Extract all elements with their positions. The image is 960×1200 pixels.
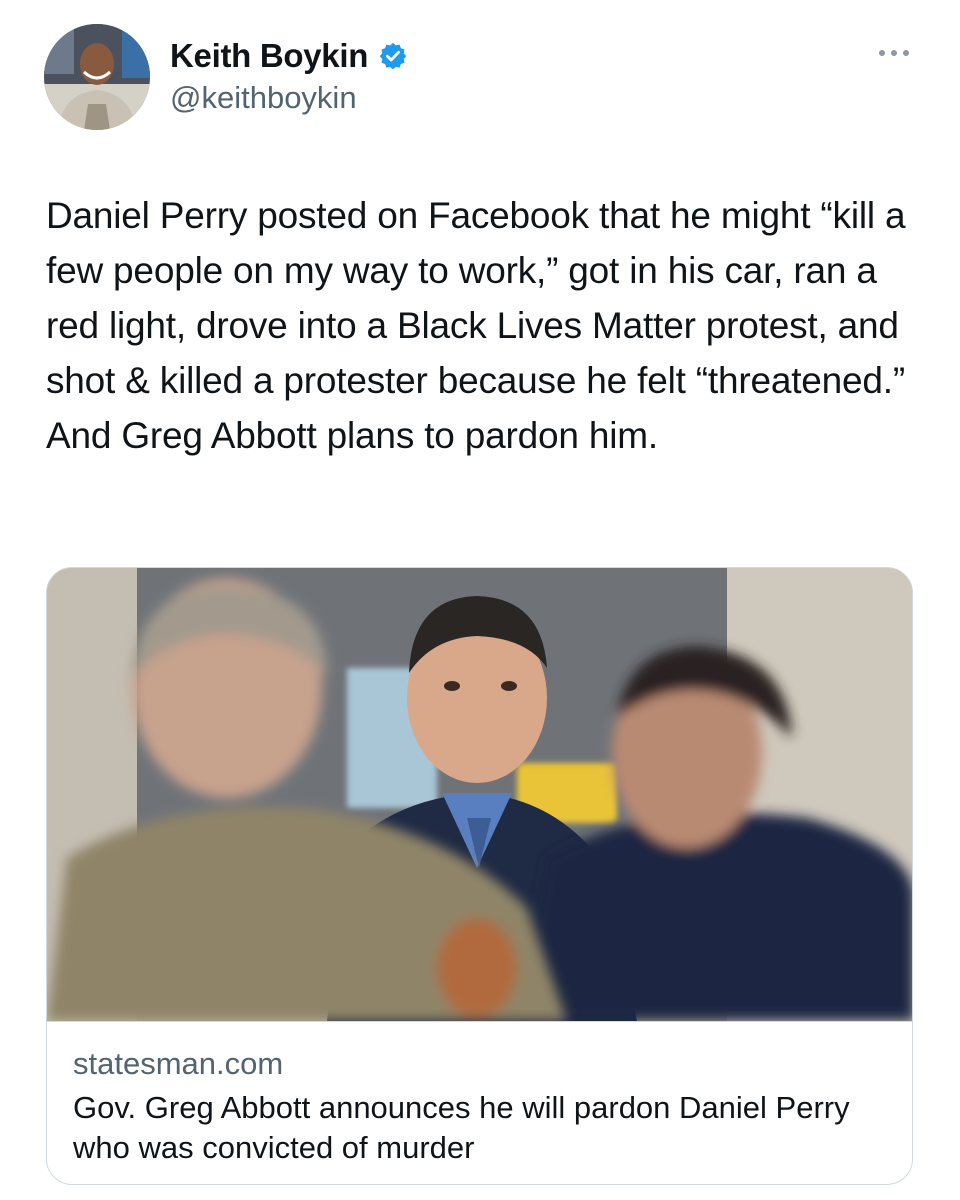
tweet-text: Daniel Perry posted on Facebook that he … [46, 195, 906, 456]
link-preview-card[interactable]: statesman.com Gov. Greg Abbott announces… [46, 567, 913, 1185]
author-avatar[interactable] [44, 24, 150, 130]
card-domain: statesman.com [73, 1046, 284, 1081]
author-display-name[interactable]: Keith Boykin [170, 37, 368, 75]
author-handle[interactable]: @keithboykin [170, 80, 357, 116]
card-meta: statesman.com Gov. Greg Abbott announces… [47, 1021, 912, 1184]
verified-badge-icon [378, 41, 408, 71]
author-name-row: Keith Boykin [170, 34, 408, 78]
avatar-photo [44, 24, 150, 130]
card-title[interactable]: Gov. Greg Abbott announces he will pardo… [73, 1088, 893, 1168]
more-dots-icon [879, 50, 909, 56]
card-image [47, 568, 912, 1021]
more-options-button[interactable] [872, 38, 916, 68]
